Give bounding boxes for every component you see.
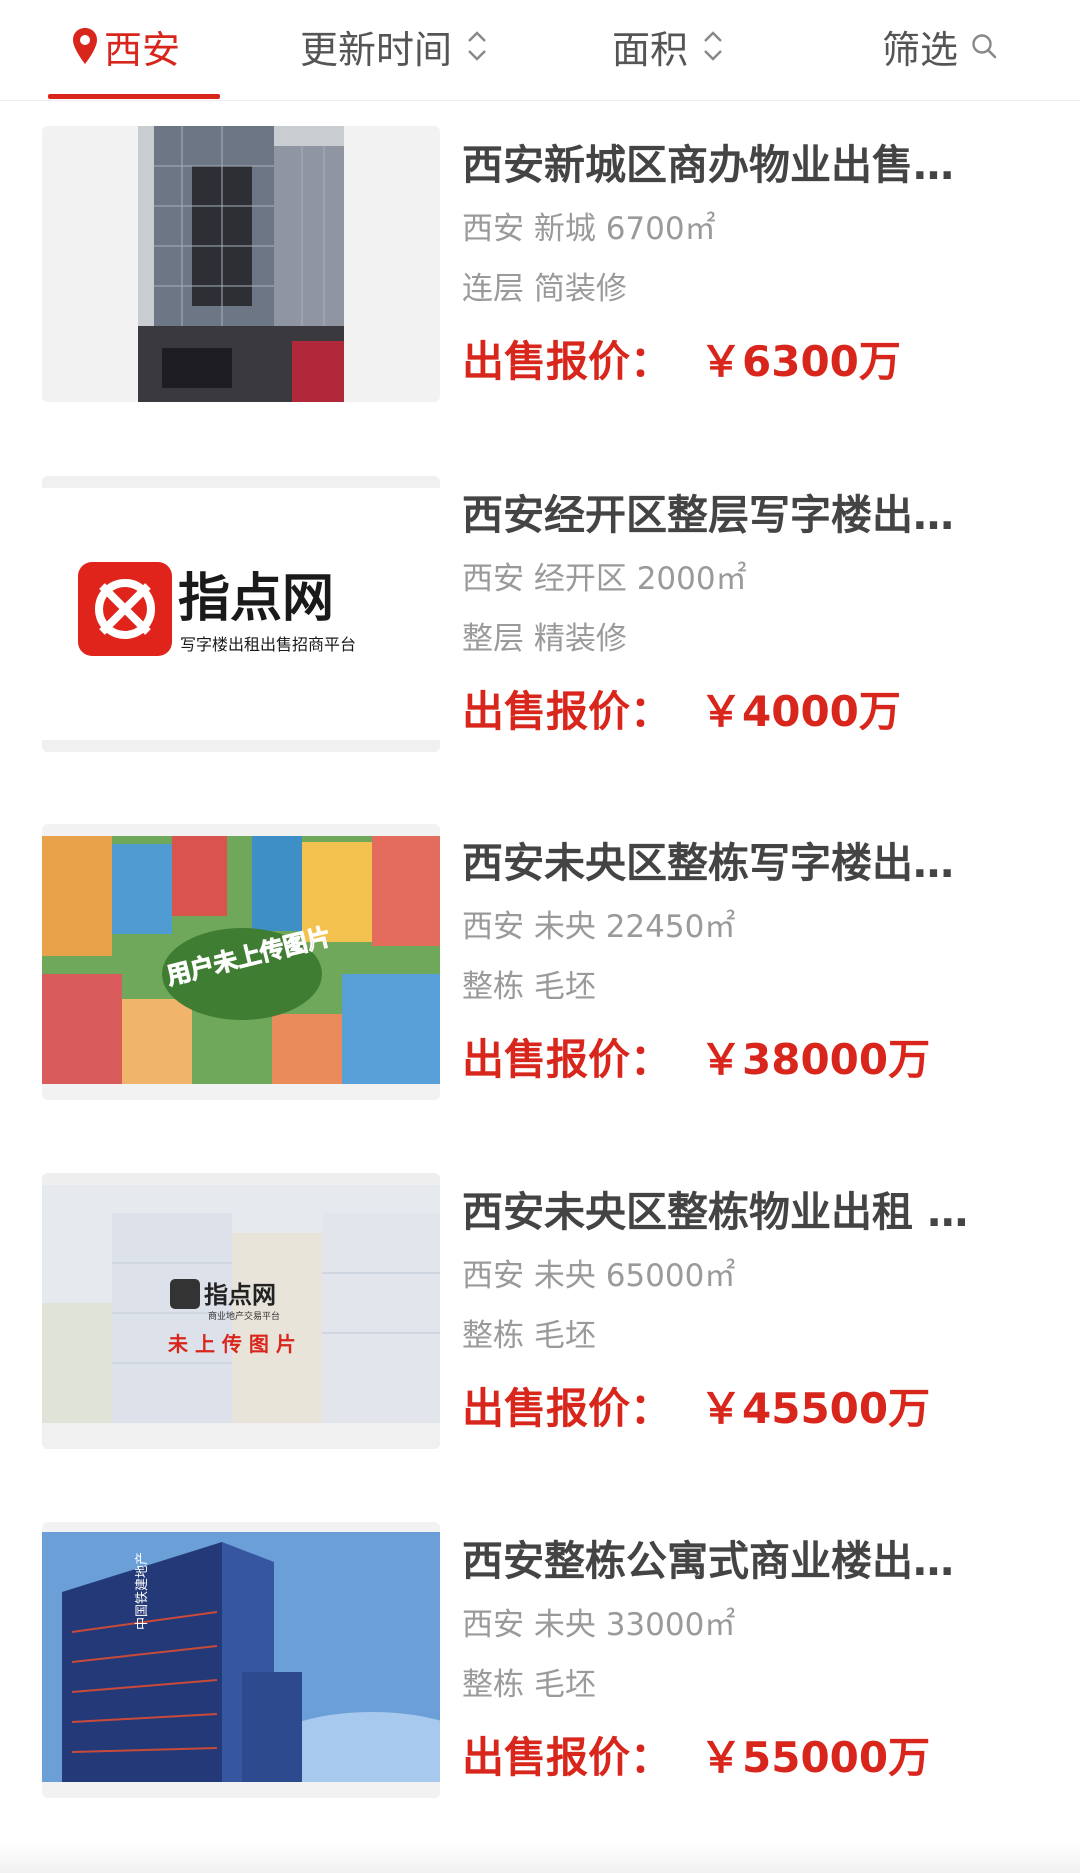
listing-info: 西安未央区整栋物业出租 … 西安 未央 65000㎡ 整栋 毛坯 出售报价： ￥4… — [462, 1183, 1022, 1441]
listing-title: 西安整栋公寓式商业楼出… — [462, 1537, 954, 1585]
listing-meta: 西安 未央 33000㎡ — [462, 1607, 736, 1643]
listing-price: 出售报价： ￥4000万 — [462, 680, 1022, 744]
listing-info: 西安新城区商办物业出售… 西安 新城 6700㎡ 连层 简装修 出售报价： ￥63… — [462, 136, 1022, 394]
price-value: ￥45500万 — [700, 1384, 931, 1433]
listing-title: 西安未央区整栋写字楼出… — [462, 839, 954, 887]
listing-price: 出售报价： ￥55000万 — [462, 1726, 1022, 1790]
listing-info: 西安整栋公寓式商业楼出… 西安 未央 33000㎡ 整栋 毛坯 出售报价： ￥55… — [462, 1532, 1022, 1790]
listing-title: 西安新城区商办物业出售… — [462, 141, 954, 189]
filter-label: 筛选 — [882, 27, 959, 72]
price-value: ￥38000万 — [700, 1035, 931, 1084]
listing-tags: 整栋 毛坯 — [462, 1667, 596, 1703]
sort-arrows-icon — [468, 31, 486, 61]
listing-info: 西安经开区整层写字楼出… 西安 经开区 2000㎡ 整层 精装修 出售报价： ￥4… — [462, 486, 1022, 744]
price-label: 出售报价： — [462, 1035, 673, 1084]
price-value: ￥4000万 — [700, 687, 901, 736]
listing-card[interactable]: 用户未上传图片 西安未央区整栋写字楼出… 西安 未央 22450㎡ 整栋 毛坯 … — [0, 798, 1080, 1148]
city-selector[interactable]: 西安 — [72, 16, 180, 76]
price-label: 出售报价： — [462, 1384, 673, 1433]
placeholder-town-illustration: 用户未上传图片 — [42, 824, 440, 1100]
list-bottom-edge — [0, 1843, 1080, 1873]
listing-card[interactable]: 西安新城区商办物业出售… 西安 新城 6700㎡ 连层 简装修 出售报价： ￥63… — [0, 100, 1080, 450]
zhidianwang-logo: 指点网 写字楼出租出售招商平台 — [42, 476, 440, 752]
listing-tags: 整栋 毛坯 — [462, 969, 596, 1005]
filter-tab[interactable]: 筛选 — [882, 16, 998, 76]
building-sign-text: 中国铁建地产 — [135, 1552, 150, 1630]
listing-tags: 整栋 毛坯 — [462, 1318, 596, 1354]
listing-card[interactable]: 中国铁建地产 西安整栋公寓式商业楼出… 西安 未央 33000㎡ 整栋 毛坯 出… — [0, 1496, 1080, 1846]
listing-meta: 西安 新城 6700㎡ — [462, 211, 716, 247]
listing-thumbnail — [42, 126, 440, 402]
listing-thumbnail: 中国铁建地产 — [42, 1522, 440, 1798]
listing-info: 西安未央区整栋写字楼出… 西安 未央 22450㎡ 整栋 毛坯 出售报价： ￥38… — [462, 834, 1022, 1092]
listing-thumbnail: 用户未上传图片 — [42, 824, 440, 1100]
sort-arrows-icon — [704, 31, 722, 61]
filter-tab-bar: 西安 更新时间 面积 筛选 — [0, 0, 1080, 101]
listing-price: 出售报价： ￥38000万 — [462, 1028, 1022, 1092]
price-label: 出售报价： — [462, 1733, 673, 1782]
listing-thumbnail: 指点网 商业地产交易平台 未 上 传 图 片 — [42, 1173, 440, 1449]
listing-thumbnail: 指点网 写字楼出租出售招商平台 — [42, 476, 440, 752]
office-tower-photo — [42, 126, 440, 402]
price-value: ￥55000万 — [700, 1733, 931, 1782]
sort-area-tab[interactable]: 面积 — [612, 16, 724, 76]
sort-update-time-tab[interactable]: 更新时间 — [300, 16, 488, 76]
logo-text: 指点网 — [178, 569, 334, 629]
listing-card[interactable]: 指点网 写字楼出租出售招商平台 西安经开区整层写字楼出… 西安 经开区 2000… — [0, 450, 1080, 800]
crcc-tower-photo: 中国铁建地产 — [42, 1522, 440, 1798]
area-label: 面积 — [612, 27, 689, 72]
search-icon — [972, 34, 997, 59]
listing-tags: 连层 简装修 — [462, 271, 627, 307]
location-pin-icon — [73, 28, 97, 64]
price-value: ￥6300万 — [700, 337, 901, 386]
logo-subtitle: 写字楼出租出售招商平台 — [180, 635, 356, 654]
listing-meta: 西安 经开区 2000㎡ — [462, 561, 747, 597]
city-label: 西安 — [104, 27, 181, 72]
listing-title: 西安经开区整层写字楼出… — [462, 491, 954, 539]
logo-text: 指点网 — [204, 1281, 276, 1309]
listing-price: 出售报价： ￥6300万 — [462, 330, 1022, 394]
logo-subtitle: 商业地产交易平台 — [208, 1310, 280, 1322]
active-tab-indicator — [48, 94, 220, 99]
price-label: 出售报价： — [462, 337, 673, 386]
listing-tags: 整层 精装修 — [462, 621, 627, 657]
placeholder-overlay-text: 未 上 传 图 片 — [168, 1332, 296, 1356]
listing-card[interactable]: 指点网 商业地产交易平台 未 上 传 图 片 西安未央区整栋物业出租 … 西安 … — [0, 1147, 1080, 1497]
placeholder-faded-buildings: 指点网 商业地产交易平台 未 上 传 图 片 — [42, 1173, 440, 1449]
listing-meta: 西安 未央 65000㎡ — [462, 1258, 736, 1294]
price-label: 出售报价： — [462, 687, 673, 736]
listing-title: 西安未央区整栋物业出租 … — [462, 1188, 969, 1236]
update-time-label: 更新时间 — [300, 27, 453, 72]
listing-price: 出售报价： ￥45500万 — [462, 1377, 1022, 1441]
listing-meta: 西安 未央 22450㎡ — [462, 909, 736, 945]
